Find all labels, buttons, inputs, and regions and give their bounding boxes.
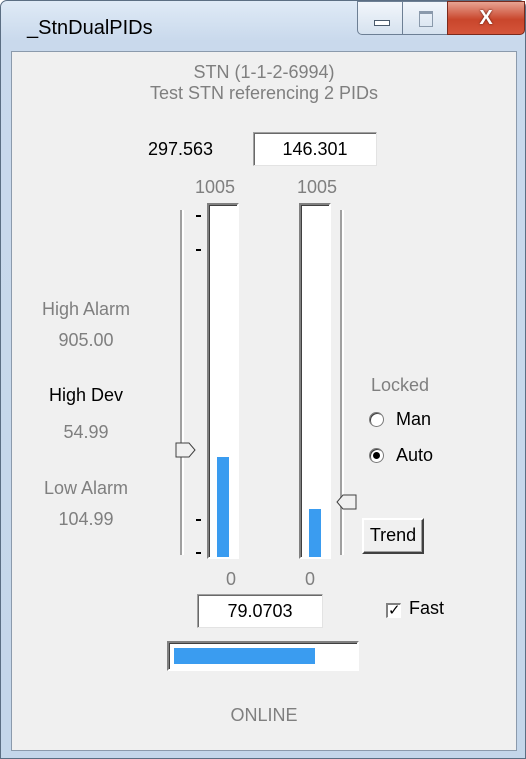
man-radio[interactable] (369, 412, 384, 427)
high-dev-value: 54.99 (63, 422, 109, 442)
locked-label: Locked (371, 375, 430, 395)
left-pv-bar-fill (217, 457, 229, 557)
left-tick (196, 552, 201, 554)
station-description: Test STN referencing 2 PIDs (149, 83, 379, 103)
fast-label: Fast (409, 598, 445, 618)
fast-checkbox[interactable]: ✓ (386, 603, 401, 618)
left-slider-track[interactable] (180, 210, 184, 555)
auto-radio-dot (373, 452, 380, 459)
trend-button[interactable]: Trend (362, 518, 424, 554)
window-title: _StnDualPIDs (27, 17, 153, 39)
right-pv-bar (299, 203, 331, 559)
dialog-client: STN (1-1-2-6994) Test STN referencing 2 … (11, 51, 517, 751)
output-value-field[interactable]: 79.0703 (197, 594, 323, 628)
station-id: STN (1-1-2-6994) (193, 62, 335, 82)
right-pv-bar-fill (309, 509, 321, 557)
low-alarm-label: Low Alarm (43, 478, 129, 498)
maximize-icon (419, 11, 433, 27)
minimize-icon (374, 20, 390, 26)
setpoint-input[interactable]: 146.301 (253, 132, 377, 166)
left-pv-bar (207, 203, 239, 559)
high-alarm-label: High Alarm (41, 299, 131, 319)
maximize-button[interactable] (402, 1, 448, 35)
left-tick (196, 519, 201, 521)
status-text: ONLINE (230, 705, 298, 725)
left-slider-thumb[interactable] (175, 442, 197, 458)
output-bar-fill (174, 648, 315, 664)
high-alarm-value: 905.00 (58, 330, 114, 350)
right-slider-thumb[interactable] (335, 494, 357, 510)
left-tick (196, 249, 201, 251)
auto-label: Auto (396, 445, 434, 465)
left-scale-min: 0 (226, 569, 237, 589)
check-icon: ✓ (388, 602, 401, 619)
auto-radio[interactable] (369, 448, 384, 463)
pv-value: 297.563 (148, 139, 214, 159)
app-window: _StnDualPIDs X STN (1-1-2-6994) Test STN… (0, 0, 526, 759)
left-tick (196, 215, 201, 217)
minimize-button[interactable] (357, 1, 403, 35)
output-bar (167, 641, 359, 671)
left-scale-max: 1005 (195, 177, 236, 197)
close-icon: X (479, 7, 493, 29)
right-scale-min: 0 (305, 569, 316, 589)
right-scale-max: 1005 (297, 177, 338, 197)
close-button[interactable]: X (447, 1, 525, 35)
high-dev-label: High Dev (48, 385, 124, 405)
man-label: Man (396, 409, 432, 429)
low-alarm-value: 104.99 (58, 509, 114, 529)
